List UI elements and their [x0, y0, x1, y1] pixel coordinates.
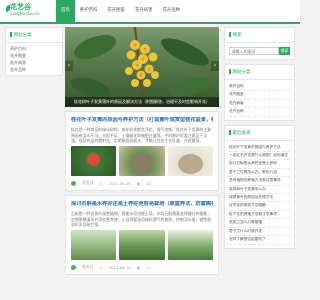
- left-sidebar: 网站分类 养护百科 花卉图鉴 花卉病害 花卉品种: [5, 27, 63, 76]
- top-navigation-bar: 花艺谷 yangHuaGu.cn 首页 养护百科 花卉图鉴 花卉病害 花卉品种: [0, 0, 300, 24]
- article-date: 2021-06-16: [108, 264, 131, 270]
- search-widget-title: 搜索: [225, 28, 294, 43]
- right-sidebar: 搜索 搜索 网站分类 养护百科 花卉图鉴 花卉病害 花卉品种 最近发表 桂花叶子…: [224, 27, 295, 253]
- latest-post-link[interactable]: 探讨石斛是水养好还是土养好: [229, 160, 290, 169]
- slider-prev-icon[interactable]: ‹: [65, 61, 73, 71]
- title-bar-icon: [229, 129, 231, 135]
- article-thumbnail[interactable]: [167, 230, 213, 260]
- nav-item-varieties[interactable]: 花卉品种: [158, 0, 186, 22]
- left-category-list: 养护百科 花卉图鉴 花卉病害 花卉品种: [6, 43, 62, 75]
- latest-post-link[interactable]: 君子兰什么时候开花: [229, 228, 290, 237]
- hero-slider[interactable]: ‹ › 桂花树叶子发黄落叶的原因及解决方法（附图解答，治理不及时会影响开花）: [65, 27, 219, 107]
- article-meta: 花艺谷 ◷ 2021-06-16 ◉ 12: [71, 264, 213, 270]
- left-category-item[interactable]: 花卉病害: [10, 59, 58, 66]
- article-card: 桂花叶子发黄的原因与养护方法（打造黄叶观赏型桂花盆景，都需要！） 桂花是一种常见…: [65, 111, 219, 191]
- article-author[interactable]: 花艺谷: [82, 264, 93, 270]
- article-thumbnail[interactable]: [119, 230, 165, 260]
- nav-item-home[interactable]: 首页: [56, 0, 75, 22]
- latest-post-link[interactable]: 月季花的修剪方法图解: [229, 202, 290, 211]
- latest-post-link[interactable]: 发财树叶子发黄怎么办: [229, 186, 290, 195]
- latest-post-link[interactable]: 君子兰烂根怎么办，教你几招: [229, 169, 290, 178]
- article-thumbnail[interactable]: [167, 146, 213, 176]
- nav-item-gallery[interactable]: 花卉图鉴: [102, 0, 130, 22]
- latest-post-link[interactable]: 一品红不开花是什么原因？如何催花: [229, 152, 290, 161]
- author-avatar: [71, 264, 76, 270]
- latest-posts-list: 桂花叶子发黄的原因与养护方法 一品红不开花是什么原因？如何催花 探讨石斛是水养好…: [225, 141, 294, 248]
- article-title[interactable]: 桂花叶子发黄的原因与养护方法（打造黄叶观赏型桂花盆景，都需要！）: [71, 117, 213, 124]
- latest-posts-widget: 最近发表 桂花叶子发黄的原因与养护方法 一品红不开花是什么原因？如何催花 探讨石…: [224, 124, 295, 249]
- right-category-item[interactable]: 花卉品种: [229, 108, 290, 117]
- logo-subtitle: yangHuaGu.cn: [10, 11, 40, 16]
- latest-post-link[interactable]: 栀子花的养殖方法和注意事项: [229, 211, 290, 220]
- article-excerpt: 桂花是一种常见的绿化树种，每年秋季都会开花，香气浓郁。桂花叶子发黄的主要原因有浇…: [71, 127, 212, 143]
- search-button[interactable]: 搜索: [279, 47, 290, 55]
- latest-post-link[interactable]: 绿萝黄叶的原因及处理方法: [229, 194, 290, 203]
- article-excerpt: 石斛是一种名贵的观赏植物，既能水培也能土培。水培石斛需要选择健壮的植株，定期更换…: [71, 211, 212, 227]
- latest-post-link[interactable]: 怎样了解是否枯萎死了: [229, 236, 290, 245]
- article-title[interactable]: 探讨石斛是水养好还是土养好更容易栽培（家庭养法、防腐病有点意想不到！）: [71, 201, 213, 208]
- right-category-item[interactable]: 花卉图鉴: [229, 91, 290, 100]
- main-nav: 首页 养护百科 花卉图鉴 花卉病害 花卉品种: [56, 0, 185, 22]
- main-content: ‹ › 桂花树叶子发黄落叶的原因及解决方法（附图解答，治理不及时会影响开花） 桂…: [65, 27, 219, 275]
- article-meta: 花艺谷 ◷ 2021-06-16 ◉ 10: [71, 180, 213, 186]
- latest-posts-title: 最近发表: [225, 126, 294, 141]
- search-form: 搜索: [225, 43, 294, 59]
- article-thumbnail[interactable]: [119, 146, 165, 176]
- clock-icon: ◷: [99, 264, 103, 270]
- left-category-item[interactable]: 花卉图鉴: [10, 52, 58, 59]
- article-thumbnail[interactable]: [71, 146, 117, 176]
- slider-next-icon[interactable]: ›: [211, 61, 219, 71]
- article-views: 12: [146, 264, 151, 270]
- right-category-item[interactable]: 养护百科: [229, 83, 290, 92]
- search-widget: 搜索 搜索: [224, 27, 295, 60]
- article-thumbnails: [71, 146, 213, 176]
- latest-post-link[interactable]: 桂花叶子发黄的原因与养护方法: [229, 144, 290, 153]
- left-sidebar-title: 网站分类: [6, 28, 62, 43]
- article-date: 2021-06-16: [108, 180, 131, 186]
- search-input[interactable]: [229, 47, 279, 55]
- article-views: 10: [146, 180, 151, 186]
- right-category-list: 养护百科 花卉图鉴 花卉病害 花卉品种: [225, 80, 294, 120]
- nav-item-care[interactable]: 养护百科: [75, 0, 103, 22]
- title-bar-icon: [229, 32, 231, 37]
- author-avatar: [71, 180, 76, 186]
- right-category-item[interactable]: 花卉病害: [229, 100, 290, 109]
- category-widget: 网站分类 养护百科 花卉图鉴 花卉病害 花卉品种: [224, 64, 295, 121]
- latest-post-link[interactable]: 虎皮兰怎么分株繁殖: [229, 219, 290, 228]
- osmanthus-flower-image: [70, 27, 212, 103]
- latest-post-link[interactable]: 多肉植物的养殖方法和注意事项: [229, 177, 290, 186]
- site-logo[interactable]: 花艺谷 yangHuaGu.cn: [6, 2, 54, 20]
- article-card: 探讨石斛是水养好还是土养好更容易栽培（家庭养法、防腐病有点意想不到！） 石斛是一…: [65, 195, 219, 275]
- title-bar-icon: [10, 32, 12, 37]
- left-category-item[interactable]: 花卉品种: [10, 66, 58, 73]
- hero-caption[interactable]: 桂花树叶子发黄落叶的原因及解决方法（附图解答，治理不及时会影响开花）: [65, 97, 219, 107]
- article-author[interactable]: 花艺谷: [82, 180, 93, 186]
- eye-icon: ◉: [136, 264, 141, 270]
- eye-icon: ◉: [136, 180, 141, 186]
- article-thumbnails: [71, 230, 213, 260]
- nav-item-disease[interactable]: 花卉病害: [130, 0, 158, 22]
- left-category-item[interactable]: 养护百科: [10, 45, 58, 52]
- category-widget-title: 网站分类: [225, 65, 294, 80]
- clock-icon: ◷: [99, 180, 103, 186]
- article-thumbnail[interactable]: [71, 230, 117, 260]
- title-bar-icon: [229, 69, 231, 74]
